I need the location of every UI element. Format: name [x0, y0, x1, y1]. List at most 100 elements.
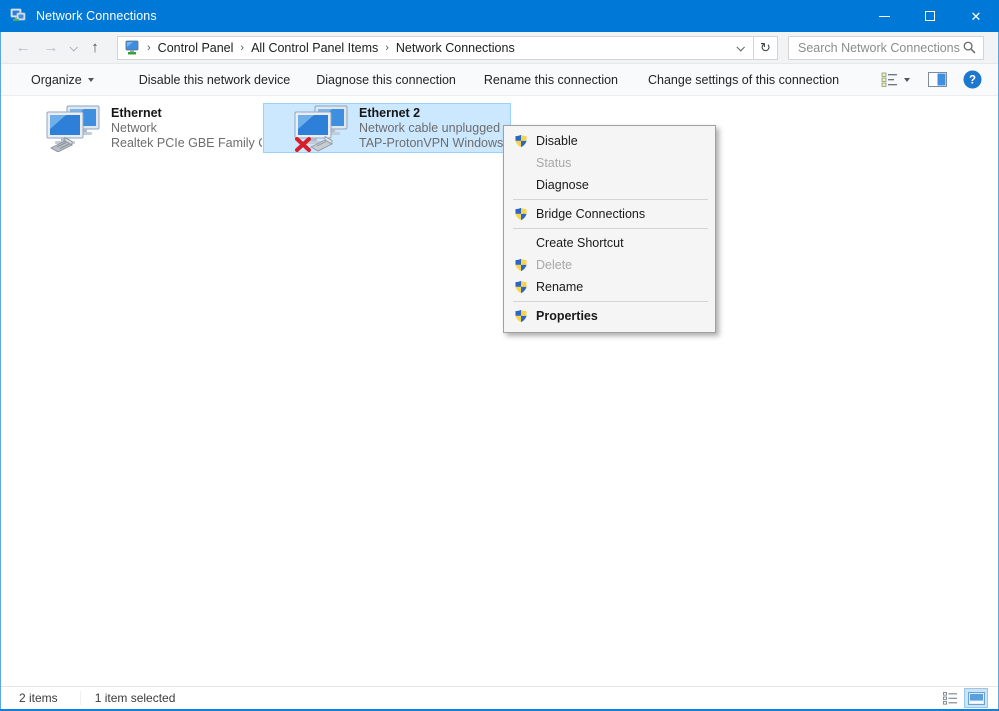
search-input[interactable]: [798, 41, 962, 55]
context-menu: Disable Status Diagnose Bridge Connectio…: [503, 125, 716, 333]
preview-pane-icon: [928, 72, 947, 87]
command-label: Disable this network device: [139, 73, 290, 87]
uac-shield-icon: [514, 279, 536, 295]
minimize-button[interactable]: [861, 0, 907, 32]
connection-status: Network cable unplugged: [359, 121, 510, 136]
menu-item-delete: Delete: [504, 254, 715, 276]
menu-item-label: Properties: [536, 309, 598, 323]
menu-separator: [513, 199, 708, 200]
connection-status: Network: [111, 121, 262, 136]
connection-name: Ethernet 2: [359, 106, 510, 121]
chevron-down-icon: [88, 78, 94, 82]
breadcrumb-network-connections[interactable]: Network Connections: [396, 41, 515, 55]
menu-icon-slot: [514, 235, 536, 251]
uac-shield-icon: [514, 308, 536, 324]
menu-icon-slot: [514, 155, 536, 171]
menu-item-label: Disable: [536, 134, 578, 148]
connection-device: TAP-ProtonVPN Windows ...: [359, 136, 510, 151]
chevron-down-icon: [904, 78, 910, 82]
help-icon: ?: [963, 70, 982, 89]
menu-item-create-shortcut[interactable]: Create Shortcut: [504, 232, 715, 254]
maximize-icon: [925, 11, 935, 21]
connection-device: Realtek PCIe GBE Family C...: [111, 136, 262, 151]
chevron-down-icon: [736, 43, 744, 51]
connection-name: Ethernet: [111, 106, 262, 121]
thumbnail-view-toggle[interactable]: [964, 688, 988, 708]
menu-item-label: Delete: [536, 258, 572, 272]
organize-button[interactable]: Organize: [31, 73, 94, 87]
menu-item-disable[interactable]: Disable: [504, 130, 715, 152]
up-button[interactable]: ↑: [81, 35, 109, 61]
command-label: Diagnose this connection: [316, 73, 456, 87]
menu-item-rename[interactable]: Rename: [504, 276, 715, 298]
rename-connection-command[interactable]: Rename this connection: [484, 73, 618, 87]
change-settings-command[interactable]: Change settings of this connection: [648, 73, 839, 87]
uac-shield-icon: [514, 133, 536, 149]
menu-item-status: Status: [504, 152, 715, 174]
menu-item-label: Rename: [536, 280, 583, 294]
selection-count: 1 item selected: [80, 691, 176, 705]
details-view-icon: [881, 72, 898, 87]
connections-list-area[interactable]: Ethernet Network Realtek PCIe GBE Family…: [1, 97, 998, 686]
disable-device-command[interactable]: Disable this network device: [139, 73, 290, 87]
command-toolbar: Organize Disable this network device Dia…: [1, 64, 998, 96]
network-connections-app-icon: [10, 8, 26, 24]
breadcrumb-all-control-panel-items[interactable]: All Control Panel Items: [251, 41, 378, 55]
chevron-down-icon: [69, 43, 77, 51]
address-dropdown-button[interactable]: [729, 37, 751, 59]
window-controls: ✕: [861, 0, 999, 32]
menu-item-label: Bridge Connections: [536, 207, 645, 221]
command-label: Rename this connection: [484, 73, 618, 87]
status-bar: 2 items 1 item selected: [1, 686, 998, 709]
breadcrumb-separator: ›: [140, 42, 158, 54]
connection-tile-ethernet-2[interactable]: Ethernet 2 Network cable unplugged TAP-P…: [263, 103, 511, 153]
thumbnail-view-icon: [968, 692, 985, 705]
forward-icon: →: [44, 40, 59, 55]
network-adapter-unplugged-icon: [293, 105, 351, 152]
close-icon: ✕: [971, 10, 982, 23]
search-icon[interactable]: [962, 40, 977, 55]
recent-locations-button[interactable]: [65, 35, 81, 61]
back-icon: ←: [16, 40, 31, 55]
menu-item-label: Diagnose: [536, 178, 589, 192]
change-view-button[interactable]: [881, 72, 910, 87]
up-icon: ↑: [91, 40, 99, 55]
menu-separator: [513, 228, 708, 229]
preview-pane-button[interactable]: [928, 72, 947, 87]
close-button[interactable]: ✕: [953, 0, 999, 32]
refresh-button[interactable]: ↻: [753, 36, 778, 60]
items-count: 2 items: [19, 691, 58, 705]
list-view-toggle[interactable]: [938, 688, 962, 708]
refresh-icon: ↻: [760, 40, 771, 56]
search-box: [788, 36, 984, 60]
menu-item-bridge-connections[interactable]: Bridge Connections: [504, 203, 715, 225]
window-title: Network Connections: [36, 9, 157, 23]
svg-text:?: ?: [969, 75, 976, 87]
connection-tile-ethernet[interactable]: Ethernet Network Realtek PCIe GBE Family…: [15, 103, 263, 153]
help-button[interactable]: ?: [963, 70, 982, 89]
breadcrumb-separator: ›: [378, 42, 396, 54]
title-bar: Network Connections ✕: [0, 0, 999, 32]
forward-button[interactable]: →: [37, 35, 65, 61]
red-x-unplugged-mark: [297, 139, 309, 150]
minimize-icon: [879, 16, 890, 17]
maximize-button[interactable]: [907, 0, 953, 32]
connection-info: Ethernet Network Realtek PCIe GBE Family…: [111, 106, 262, 151]
uac-shield-icon: [514, 257, 536, 273]
menu-item-diagnose[interactable]: Diagnose: [504, 174, 715, 196]
window-border-left: [0, 32, 1, 711]
location-icon: [124, 40, 140, 56]
menu-item-label: Create Shortcut: [536, 236, 624, 250]
menu-separator: [513, 301, 708, 302]
command-label: Change settings of this connection: [648, 73, 839, 87]
menu-item-label: Status: [536, 156, 571, 170]
menu-item-properties[interactable]: Properties: [504, 305, 715, 327]
back-button[interactable]: ←: [9, 35, 37, 61]
address-bar[interactable]: › Control Panel › All Control Panel Item…: [117, 36, 754, 60]
status-view-toggles: [936, 688, 998, 708]
breadcrumb-separator: ›: [233, 42, 251, 54]
breadcrumb-control-panel[interactable]: Control Panel: [158, 41, 234, 55]
list-view-icon: [943, 692, 958, 705]
uac-shield-icon: [514, 206, 536, 222]
diagnose-connection-command[interactable]: Diagnose this connection: [316, 73, 456, 87]
